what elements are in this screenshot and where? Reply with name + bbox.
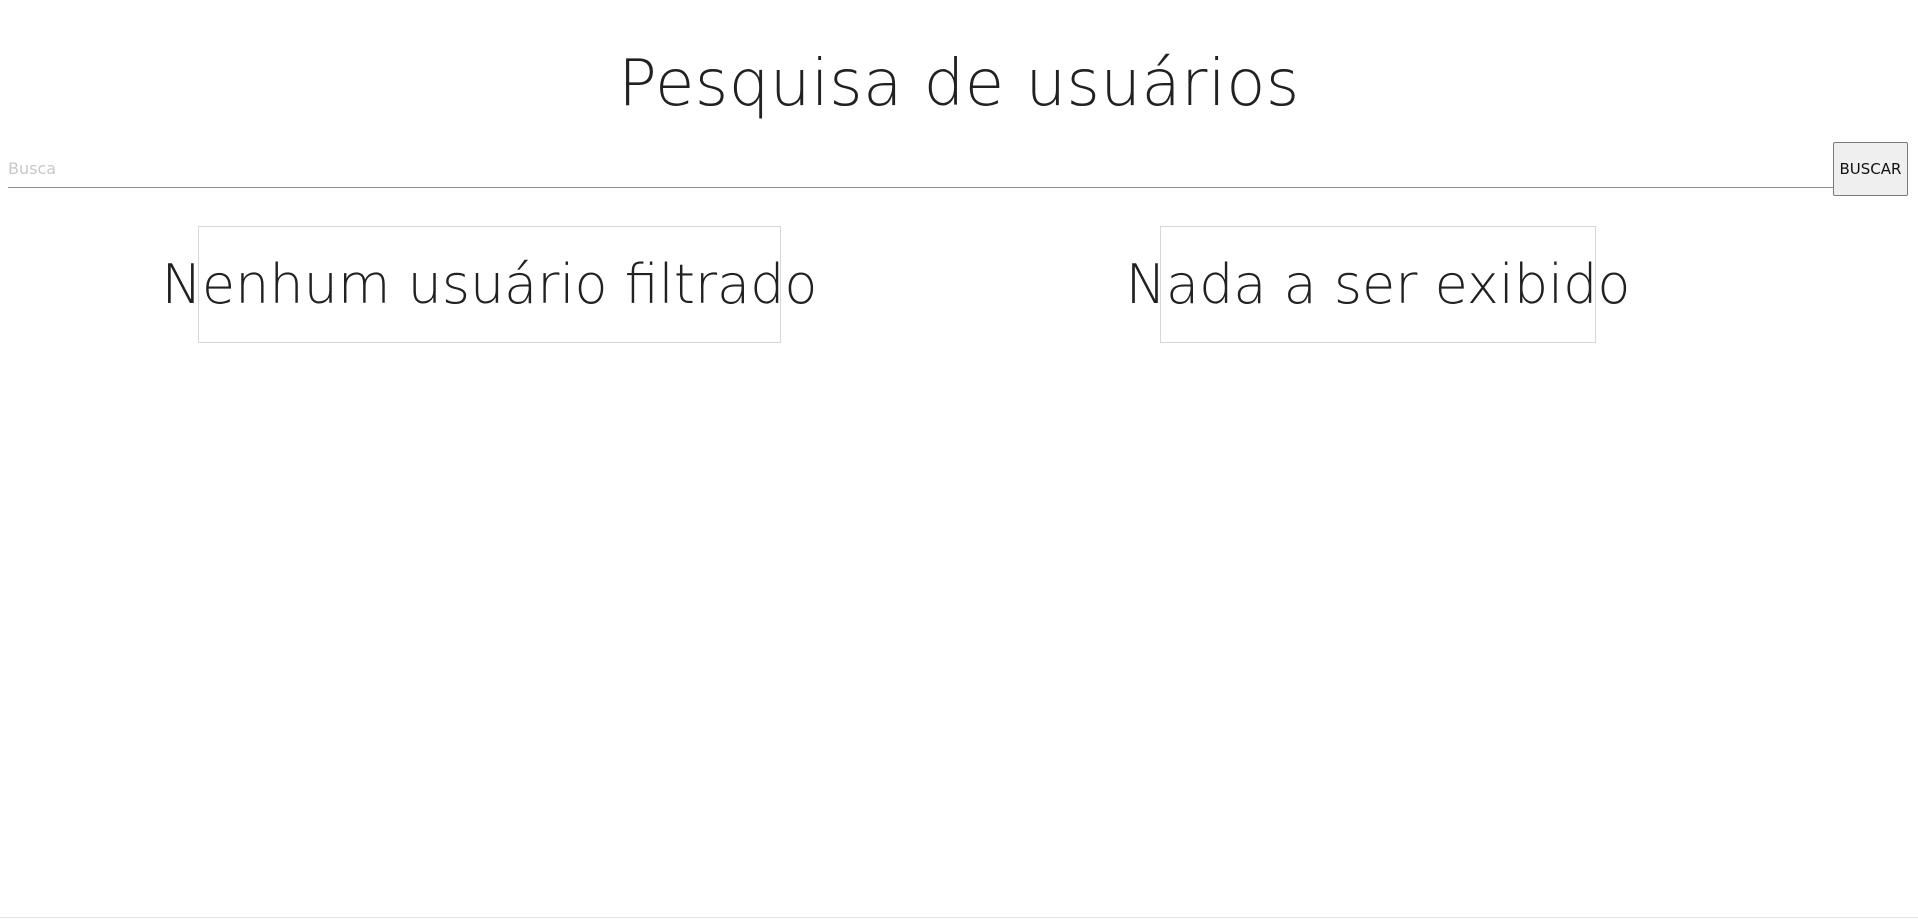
display-empty-message: Nada a ser exibido	[1125, 253, 1631, 316]
filtered-users-empty-message: Nenhum usuário filtrado	[161, 253, 818, 316]
search-bar: BUSCAR	[8, 142, 1908, 196]
display-panel: Nada a ser exibido	[1126, 226, 1630, 343]
page-title: Pesquisa de usuários	[618, 47, 1300, 121]
filtered-users-panel: Nenhum usuário filtrado	[162, 226, 817, 343]
search-input[interactable]	[8, 150, 1833, 188]
user-search-page: Pesquisa de usuários BUSCAR Nenhum usuár…	[0, 0, 1918, 918]
search-button[interactable]: BUSCAR	[1833, 142, 1908, 196]
